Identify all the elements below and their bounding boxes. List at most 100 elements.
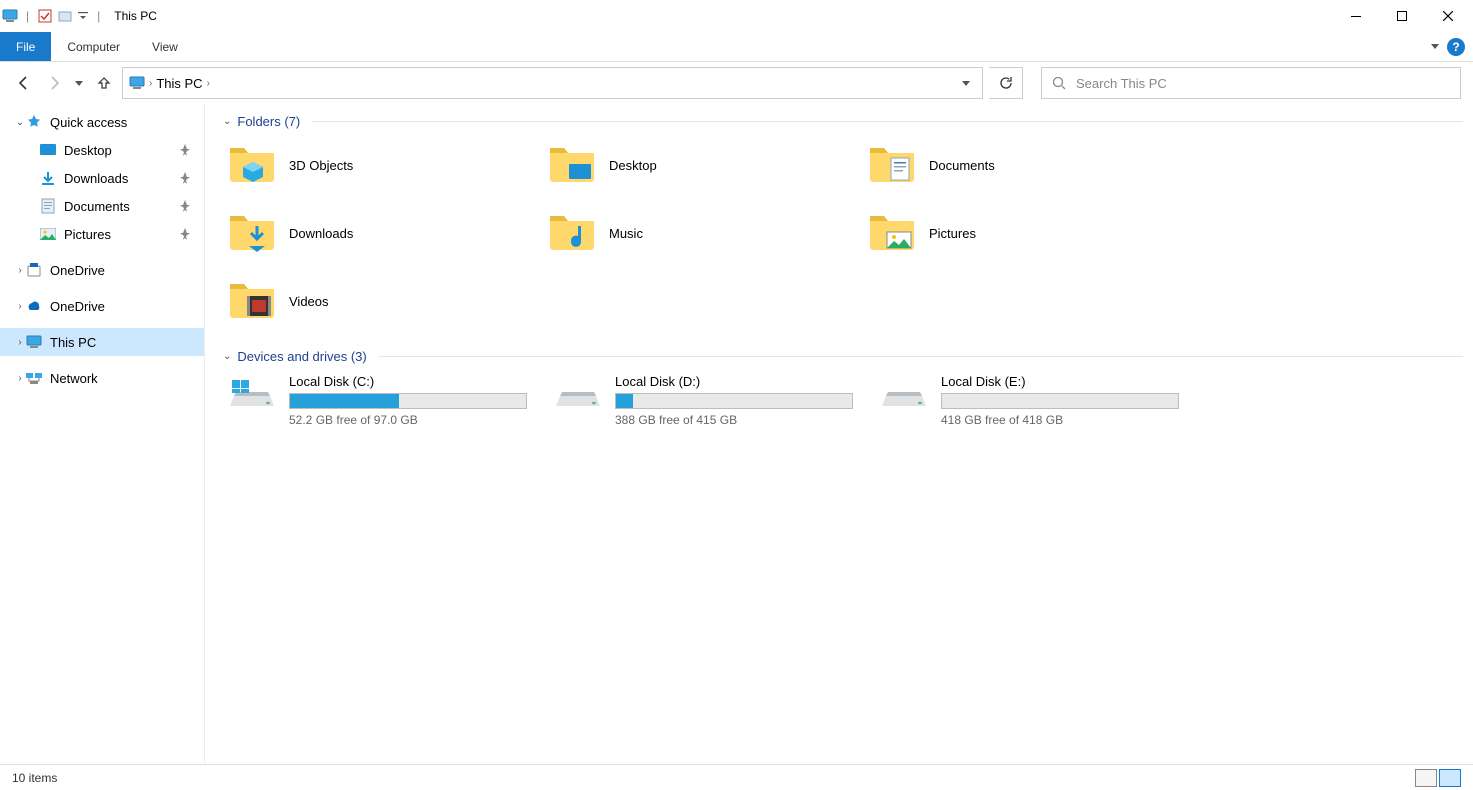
content-pane: ⌄ Folders (7) 3D ObjectsDesktop Documents… (205, 104, 1473, 764)
folder-icon (867, 140, 917, 190)
maximize-button[interactable] (1379, 0, 1425, 32)
folder-icon (227, 276, 277, 326)
tree-item-documents[interactable]: Documents (0, 192, 204, 220)
folder-label: Documents (929, 158, 995, 173)
chevron-right-icon[interactable]: › (8, 337, 26, 348)
folder-label: Videos (289, 294, 329, 309)
status-bar: 10 items (0, 764, 1473, 790)
tree-quick-access[interactable]: ⌄ Quick access (0, 108, 204, 136)
divider (312, 121, 1463, 122)
tree-item-onedrive[interactable]: › OneDrive (0, 292, 204, 320)
chevron-right-icon[interactable]: › (149, 78, 152, 89)
status-item-count: 10 items (12, 771, 57, 785)
star-icon (26, 114, 42, 130)
tree-item-downloads[interactable]: Downloads (0, 164, 204, 192)
group-header-label: Folders (7) (237, 114, 300, 129)
folder-icon (40, 226, 56, 242)
folder-icon (867, 208, 917, 258)
tree-item-pictures[interactable]: Pictures (0, 220, 204, 248)
qat-properties-icon[interactable] (37, 8, 53, 24)
tree-label: Quick access (50, 115, 127, 130)
pin-icon (180, 228, 190, 240)
search-box[interactable] (1041, 67, 1461, 99)
help-icon[interactable]: ? (1447, 38, 1465, 56)
forward-button[interactable] (42, 71, 66, 95)
address-bar[interactable]: › This PC › (122, 67, 983, 99)
drive-item[interactable]: Local Disk (E:) 418 GB free of 418 GB (875, 370, 1193, 431)
chevron-right-icon[interactable]: › (8, 301, 26, 312)
ribbon-tab-computer[interactable]: Computer (51, 32, 136, 61)
tree-label: OneDrive (50, 299, 105, 314)
folder-label: Music (609, 226, 643, 241)
folder-icon (547, 140, 597, 190)
group-header-folders[interactable]: ⌄ Folders (7) (223, 114, 1463, 129)
tree-label: OneDrive (50, 263, 105, 278)
minimize-button[interactable] (1333, 0, 1379, 32)
tree-item-desktop[interactable]: Desktop (0, 136, 204, 164)
view-large-icons-button[interactable] (1439, 769, 1461, 787)
tree-label: Pictures (64, 227, 111, 242)
item-icon (26, 370, 42, 386)
folder-music[interactable]: Music (543, 203, 853, 263)
folder-icon (227, 208, 277, 258)
folder-downloads[interactable]: Downloads (223, 203, 533, 263)
drive-item[interactable]: Local Disk (D:) 388 GB free of 415 GB (549, 370, 867, 431)
search-input[interactable] (1076, 76, 1450, 91)
up-button[interactable] (92, 71, 116, 95)
folder-icon (40, 170, 56, 186)
address-this-pc-icon (129, 75, 145, 91)
chevron-down-icon[interactable]: ⌄ (8, 117, 26, 128)
folder-desktop[interactable]: Desktop (543, 135, 853, 195)
drive-item[interactable]: Local Disk (C:)52.2 GB free of 97.0 GB (223, 370, 541, 431)
tree-item-this-pc[interactable]: ›This PC (0, 328, 204, 356)
tree-item-onedrive[interactable]: › OneDrive (0, 256, 204, 284)
ribbon-tab-view[interactable]: View (136, 32, 194, 61)
folder-pictures[interactable]: Pictures (863, 203, 1173, 263)
breadcrumb-this-pc[interactable]: This PC (156, 76, 202, 91)
folder-videos[interactable]: Videos (223, 271, 533, 331)
chevron-down-icon[interactable]: ⌄ (223, 116, 231, 127)
drive-name: Local Disk (D:) (615, 374, 863, 389)
navigation-pane: ⌄ Quick access Desktop Downloads Documents… (0, 104, 205, 764)
item-icon (26, 262, 42, 278)
item-icon (26, 334, 42, 350)
tree-label: Network (50, 371, 98, 386)
qat-dropdown-icon[interactable] (77, 8, 89, 24)
qat-newfolder-icon[interactable] (57, 8, 73, 24)
tree-label: Downloads (64, 171, 128, 186)
group-header-label: Devices and drives (3) (237, 349, 366, 364)
drive-free-text: 388 GB free of 415 GB (615, 413, 863, 427)
view-details-button[interactable] (1415, 769, 1437, 787)
close-button[interactable] (1425, 0, 1471, 32)
recent-locations-button[interactable] (72, 71, 86, 95)
this-pc-icon (2, 8, 18, 24)
tree-item-network[interactable]: › Network (0, 364, 204, 392)
separator: | (26, 9, 29, 23)
folder-icon (227, 140, 277, 190)
item-icon (26, 298, 42, 314)
chevron-right-icon[interactable]: › (8, 373, 26, 384)
ribbon: File Computer View ? (0, 32, 1473, 62)
drive-free-text: 418 GB free of 418 GB (941, 413, 1189, 427)
folder-documents[interactable]: Documents (863, 135, 1173, 195)
drive-free-text: 52.2 GB free of 97.0 GB (289, 413, 537, 427)
refresh-button[interactable] (989, 67, 1023, 99)
tree-label: Desktop (64, 143, 112, 158)
titlebar: | | This PC (0, 0, 1473, 32)
folder-icon (547, 208, 597, 258)
chevron-right-icon[interactable]: › (8, 265, 26, 276)
chevron-down-icon[interactable]: ⌄ (223, 351, 231, 362)
drive-usage-bar (615, 393, 853, 409)
address-dropdown[interactable] (956, 69, 976, 97)
drive-icon (227, 374, 277, 414)
chevron-right-icon[interactable]: › (207, 78, 210, 89)
group-header-drives[interactable]: ⌄ Devices and drives (3) (223, 349, 1463, 364)
folder-3d-objects[interactable]: 3D Objects (223, 135, 533, 195)
drive-name: Local Disk (E:) (941, 374, 1189, 389)
window-title: This PC (114, 9, 157, 23)
back-button[interactable] (12, 71, 36, 95)
pin-icon (180, 144, 190, 156)
ribbon-tab-file[interactable]: File (0, 32, 51, 61)
ribbon-expand-icon[interactable] (1431, 44, 1439, 49)
drive-icon (879, 374, 929, 414)
